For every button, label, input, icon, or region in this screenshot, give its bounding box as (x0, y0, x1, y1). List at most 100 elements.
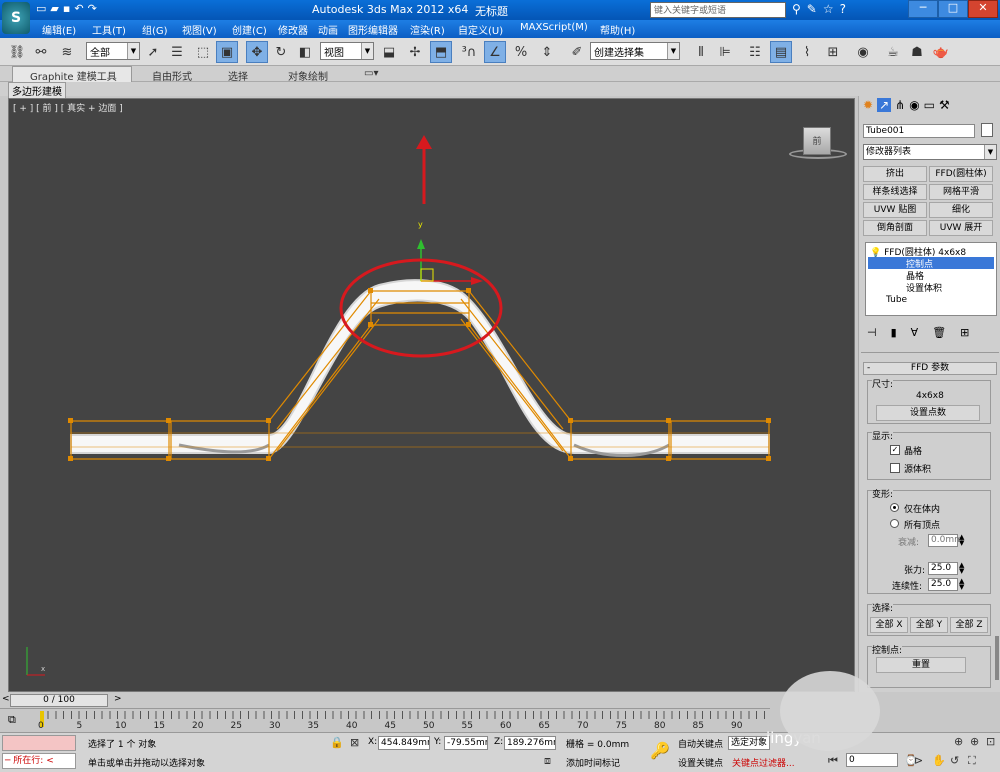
modset-tessellate-button[interactable]: 细化 (929, 202, 993, 218)
hierarchy-tab-icon[interactable]: ⋔ (895, 98, 905, 112)
remove-modifier-icon[interactable]: 🗑 (932, 326, 946, 339)
falloff-spinner[interactable]: 0.0mm (928, 534, 963, 547)
stack-subitem-set-volume[interactable]: 设置体积 (868, 281, 994, 294)
app-logo-icon[interactable]: S (2, 2, 30, 34)
modifier-list-dropdown[interactable]: 修改器列表 ▼ (863, 144, 997, 160)
select-all-z-button[interactable]: 全部 Z (950, 617, 988, 633)
render-teapot-icon[interactable]: 🫖 (930, 41, 952, 63)
menu-help[interactable]: 帮助(H) (600, 22, 635, 37)
menu-maxscript[interactable]: MAXScript(M) (520, 22, 588, 33)
select-all-x-button[interactable]: 全部 X (870, 617, 908, 633)
motion-tab-icon[interactable]: ◉ (909, 98, 919, 112)
add-time-tag[interactable]: 添加时间标记 (566, 756, 620, 769)
zoom-icon[interactable]: ⊕ (954, 735, 963, 748)
current-line-field[interactable]: ─ 所在行: < (2, 753, 76, 769)
modset-meshsmooth-button[interactable]: 网格平滑 (929, 184, 993, 200)
time-slider-thumb[interactable]: 0 / 100 (10, 694, 108, 707)
save-icon[interactable]: ▪ (63, 2, 70, 15)
modset-ffd-button[interactable]: FFD(圆柱体) (929, 166, 993, 182)
goto-start-icon[interactable]: ⏮ (828, 754, 838, 768)
curve-editor-icon[interactable]: ⌇ (796, 41, 818, 63)
set-number-of-points-button[interactable]: 设置点数 (876, 405, 980, 421)
show-end-result-icon[interactable]: ▮ (891, 326, 897, 339)
edit-named-sel-icon[interactable]: ✐ (566, 41, 588, 63)
binoculars-icon[interactable]: ⚲ (792, 2, 801, 16)
y-coordinate-field[interactable]: -79.55mm (444, 736, 488, 750)
modifier-stack[interactable]: 💡 FFD(圆柱体) 4x6x8 控制点 晶格 设置体积 Tube (865, 242, 997, 316)
pin-stack-icon[interactable]: ⊣ (867, 326, 877, 339)
modset-unwrap-uvw-button[interactable]: UVW 展开 (929, 220, 993, 236)
rendered-frame-icon[interactable]: ☗ (906, 41, 928, 63)
field-of-view-icon[interactable]: ⊳ (914, 754, 923, 767)
move-icon[interactable]: ✥ (246, 41, 268, 63)
menu-customize[interactable]: 自定义(U) (458, 22, 503, 37)
bind-spacewarp-icon[interactable]: ≋ (56, 41, 78, 63)
select-by-name-icon[interactable]: ☰ (166, 41, 188, 63)
reset-button[interactable]: 重置 (876, 657, 966, 673)
star-icon[interactable]: ☆ (823, 2, 834, 16)
spinner-snap-icon[interactable]: ⇕ (536, 41, 558, 63)
maximize-viewport-icon[interactable]: ⛶ (968, 754, 976, 768)
menu-edit[interactable]: 编辑(E) (42, 22, 76, 37)
snap-3-icon[interactable]: ³∩ (458, 41, 480, 63)
maxscript-listener[interactable] (2, 735, 76, 751)
pan-view-icon[interactable]: ✋ (932, 754, 946, 767)
stack-item-tube[interactable]: Tube (868, 295, 994, 307)
scene-canvas[interactable]: y x (9, 99, 856, 693)
material-editor-icon[interactable]: ◉ (852, 41, 874, 63)
select-all-y-button[interactable]: 全部 Y (910, 617, 948, 633)
time-tag-icon[interactable]: ⧈ (544, 754, 551, 768)
ribbon-options-icon[interactable]: ▭▾ (364, 68, 378, 79)
source-volume-checkbox[interactable] (890, 463, 900, 473)
selected-object-dropdown[interactable]: 选定对象 (728, 736, 770, 750)
falloff-spinner-arrows[interactable]: ▲ ▼ (959, 534, 964, 547)
only-in-volume-radio[interactable] (890, 503, 899, 512)
close-button[interactable]: ✕ (968, 0, 998, 18)
graphite-toggle-icon[interactable]: ▤ (770, 41, 792, 63)
tension-spinner[interactable]: 25.0 (928, 562, 958, 575)
modify-tab-icon[interactable]: ↗ (877, 98, 892, 112)
panel-scrollbar[interactable] (995, 636, 999, 680)
key-tool-icon[interactable]: ✎ (807, 2, 817, 16)
time-slider-next[interactable]: > (114, 694, 122, 704)
zoom-all-icon[interactable]: ⊕ (970, 735, 979, 748)
undo-icon[interactable]: ↶ (74, 2, 83, 15)
menu-views[interactable]: 视图(V) (182, 22, 217, 37)
ribbon-polygon-modeling[interactable]: 多边形建模 (8, 82, 66, 99)
layer-manager-icon[interactable]: ☷ (744, 41, 766, 63)
redo-icon[interactable]: ↷ (88, 2, 97, 15)
manipulate-icon[interactable]: ✢ (404, 41, 426, 63)
modset-uvw-map-button[interactable]: UVW 贴图 (863, 202, 927, 218)
object-color-swatch[interactable] (981, 123, 993, 137)
ref-coord-dropdown[interactable]: 视图 ▼ (320, 42, 374, 60)
stack-item-ffd[interactable]: 💡 FFD(圆柱体) 4x6x8 (868, 245, 994, 258)
make-unique-icon[interactable]: ∀ (911, 326, 919, 339)
keyboard-shortcut-icon[interactable]: ⬒ (430, 41, 452, 63)
menu-rendering[interactable]: 渲染(R) (410, 22, 445, 37)
maximize-button[interactable]: □ (938, 0, 968, 18)
object-name-field[interactable]: Tube001 (863, 124, 975, 138)
link-icon[interactable]: ⛓ (6, 41, 28, 63)
pivot-center-icon[interactable]: ⬓ (378, 41, 400, 63)
z-coordinate-field[interactable]: 189.276mr (504, 736, 556, 750)
lock-selection-icon[interactable]: 🔒 (330, 736, 344, 749)
lattice-checkbox[interactable]: ✓ (890, 445, 900, 455)
ribbon-tab-freeform[interactable]: 自由形式 (152, 68, 192, 83)
tension-spinner-arrows[interactable]: ▲ ▼ (959, 562, 964, 575)
angle-snap-icon[interactable]: ∠ (484, 41, 506, 63)
time-slider-prev[interactable]: < (2, 694, 10, 704)
menu-group[interactable]: 组(G) (142, 22, 168, 37)
current-frame-field[interactable]: 0 (846, 753, 898, 767)
ribbon-tab-selection[interactable]: 选择 (228, 68, 248, 83)
rotate-icon[interactable]: ↻ (270, 41, 292, 63)
front-viewport[interactable]: [ + ] [ 前 ] [ 真实 + 边面 ] 前 y x (8, 98, 855, 692)
configure-modsets-icon[interactable]: ⊞ (960, 326, 969, 339)
scale-icon[interactable]: ◧ (294, 41, 316, 63)
search-box[interactable]: 键入关键字或短语 (650, 2, 786, 18)
orbit-icon[interactable]: ↺ (950, 754, 959, 767)
ribbon-tab-object-paint[interactable]: 对象绘制 (288, 68, 328, 83)
x-coordinate-field[interactable]: 454.849mr (378, 736, 430, 750)
window-crossing-icon[interactable]: ▣ (216, 41, 238, 63)
display-tab-icon[interactable]: ▭ (924, 98, 935, 112)
stack-subitem-control-points[interactable]: 控制点 (868, 257, 994, 270)
